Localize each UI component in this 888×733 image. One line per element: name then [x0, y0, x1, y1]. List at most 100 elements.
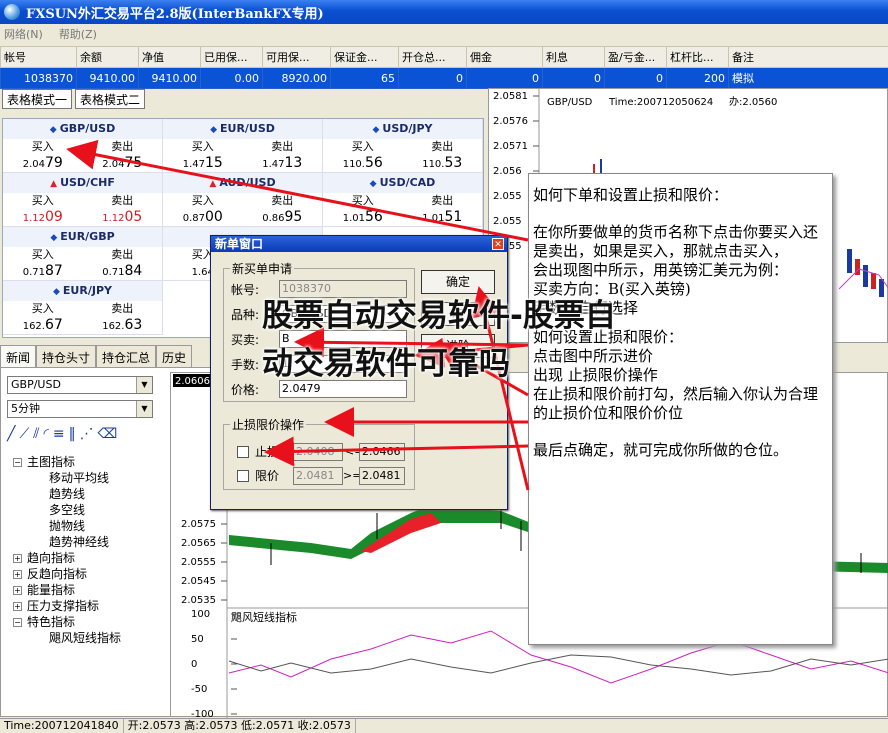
account-header-cell[interactable]: 帐号	[0, 46, 77, 68]
buy-price: 0.7187	[3, 263, 83, 281]
tree-node[interactable]: − 特色指标	[13, 614, 121, 630]
sell-label: 卖出	[111, 302, 134, 315]
buy-price-prefix: 2.04	[22, 159, 45, 170]
stop-loss-checkbox[interactable]	[237, 446, 249, 458]
chevron-down-icon[interactable]: ▼	[136, 377, 152, 393]
expand-icon[interactable]: +	[13, 569, 22, 579]
buy-price-pips: 09	[44, 209, 63, 225]
fibonacci-fan-icon[interactable]: ⫽	[33, 426, 39, 442]
expand-icon[interactable]: +	[13, 553, 22, 563]
close-icon[interactable]: ✕	[492, 238, 504, 250]
expand-icon[interactable]: +	[13, 585, 22, 595]
buy-label: 买入	[191, 140, 214, 153]
account-value-cell[interactable]: 0	[542, 67, 605, 89]
sell-button[interactable]: 卖出 1.0151	[403, 193, 483, 227]
sell-label: 卖出	[271, 140, 294, 153]
sell-button[interactable]: 卖出 1.4713	[243, 139, 323, 173]
tree-leaf[interactable]: 抛物线	[13, 518, 121, 534]
collapse-icon[interactable]: −	[13, 457, 22, 467]
sell-price-prefix: 0.86	[262, 213, 285, 224]
buy-button[interactable]: 买入 110.56	[323, 139, 403, 173]
account-value-cell[interactable]: 0	[466, 67, 543, 89]
note-step-8: 最后点确定，就可完成你所做的仓位。	[533, 441, 789, 459]
sell-button[interactable]: 卖出 162.63	[83, 301, 163, 335]
y-tick-label: 2.0581	[493, 91, 528, 102]
arc-tool-icon[interactable]: ◜	[44, 426, 49, 442]
tab-positions[interactable]: 持仓头寸	[36, 345, 97, 367]
tree-node[interactable]: + 趋向指标	[13, 550, 121, 566]
menu-network[interactable]: 网络(N)	[4, 26, 43, 42]
channel-tool-icon[interactable]: ≡	[53, 426, 65, 442]
diamond-icon: ◆	[210, 125, 217, 135]
account-header-cell[interactable]: 保证金...	[330, 46, 399, 68]
account-header-cell[interactable]: 佣金	[466, 46, 543, 68]
buy-price-prefix: 0.71	[22, 267, 45, 278]
account-value-cell[interactable]: 1038370	[0, 67, 77, 89]
buy-button[interactable]: 买入 0.8700	[163, 193, 243, 227]
sell-price: 110.53	[403, 155, 483, 173]
tree-leaf[interactable]: 移动平均线	[13, 470, 121, 486]
tree-leaf[interactable]: 飓风短线指标	[13, 630, 121, 646]
confirm-button[interactable]: 确定	[421, 270, 495, 294]
stop-loss-value-2: 2.0466	[359, 443, 405, 461]
collapse-icon[interactable]: −	[13, 617, 22, 627]
buy-button[interactable]: 买入 2.0479	[3, 139, 83, 173]
sell-label: 卖出	[111, 248, 134, 261]
account-header-cell[interactable]: 杠杆比...	[666, 46, 729, 68]
tab-news[interactable]: 新闻	[0, 345, 37, 367]
limit-checkbox[interactable]	[237, 470, 249, 482]
account-value-cell[interactable]: 模拟	[728, 67, 888, 89]
fan-tool-icon[interactable]: ⟋	[19, 426, 29, 442]
period-lines-icon[interactable]: ‖	[69, 426, 76, 442]
eraser-icon[interactable]: ⌫	[98, 426, 118, 442]
gann-tool-icon[interactable]: ⋰	[80, 426, 94, 442]
account-header-cell[interactable]: 净值	[138, 46, 201, 68]
sell-button[interactable]: 卖出 0.7184	[83, 247, 163, 281]
tree-leaf[interactable]: 趋势神经线	[13, 534, 121, 550]
buy-button[interactable]: 买入 1.0156	[323, 193, 403, 227]
sell-button[interactable]: 卖出 1.1205	[83, 193, 163, 227]
tree-node[interactable]: + 反趋向指标	[13, 566, 121, 582]
buy-button[interactable]: 买入 1.1209	[3, 193, 83, 227]
account-header-cell[interactable]: 备注	[728, 46, 888, 68]
buy-button[interactable]: 买入 162.67	[3, 301, 83, 335]
tab-table-mode-1[interactable]: 表格模式一	[2, 89, 73, 109]
chevron-down-icon[interactable]: ▼	[136, 401, 152, 417]
buy-button[interactable]: 买入 1.4715	[163, 139, 243, 173]
account-header-cell[interactable]: 利息	[542, 46, 605, 68]
tab-table-mode-2[interactable]: 表格模式二	[75, 89, 146, 109]
symbol-select[interactable]: GBP/USD ▼	[7, 376, 153, 394]
account-value-cell[interactable]: 0	[398, 67, 467, 89]
buy-button[interactable]: 买入 0.7187	[3, 247, 83, 281]
account-value-cell[interactable]: 9410.00	[76, 67, 139, 89]
sell-price-pips: 53	[444, 155, 463, 171]
tree-node[interactable]: + 压力支撑指标	[13, 598, 121, 614]
buy-price-pips: 00	[204, 209, 223, 225]
tree-node[interactable]: − 主图指标	[13, 454, 121, 470]
sell-button[interactable]: 卖出 2.0475	[83, 139, 163, 173]
account-value-cell[interactable]: 200	[666, 67, 729, 89]
account-header-cell[interactable]: 可用保...	[262, 46, 331, 68]
sell-button[interactable]: 卖出 0.8695	[243, 193, 323, 227]
account-value-cell[interactable]: 8920.00	[262, 67, 331, 89]
menu-help[interactable]: 帮助(Z)	[59, 26, 97, 42]
tree-node[interactable]: + 能量指标	[13, 582, 121, 598]
tree-leaf[interactable]: 趋势线	[13, 486, 121, 502]
account-value-cell[interactable]: 0	[604, 67, 667, 89]
tab-history[interactable]: 历史	[156, 345, 193, 367]
sell-button[interactable]: 卖出 110.53	[403, 139, 483, 173]
diamond-icon: ◆	[53, 287, 60, 297]
account-value-cell[interactable]: 9410.00	[138, 67, 201, 89]
tree-leaf[interactable]: 多空线	[13, 502, 121, 518]
line-tool-icon[interactable]: ╱	[7, 426, 15, 442]
tab-position-summary[interactable]: 持仓汇总	[96, 345, 157, 367]
account-header-cell[interactable]: 开仓总...	[398, 46, 467, 68]
expand-icon[interactable]: +	[13, 601, 22, 611]
account-header-cell[interactable]: 盈/亏金...	[604, 46, 667, 68]
account-header-cell[interactable]: 已用保...	[200, 46, 263, 68]
account-value-cell[interactable]: 0.00	[200, 67, 263, 89]
account-value-cell[interactable]: 65	[330, 67, 399, 89]
account-header-cell[interactable]: 余额	[76, 46, 139, 68]
period-select[interactable]: 5分钟 ▼	[7, 400, 153, 418]
buy-label: 买入	[351, 194, 374, 207]
